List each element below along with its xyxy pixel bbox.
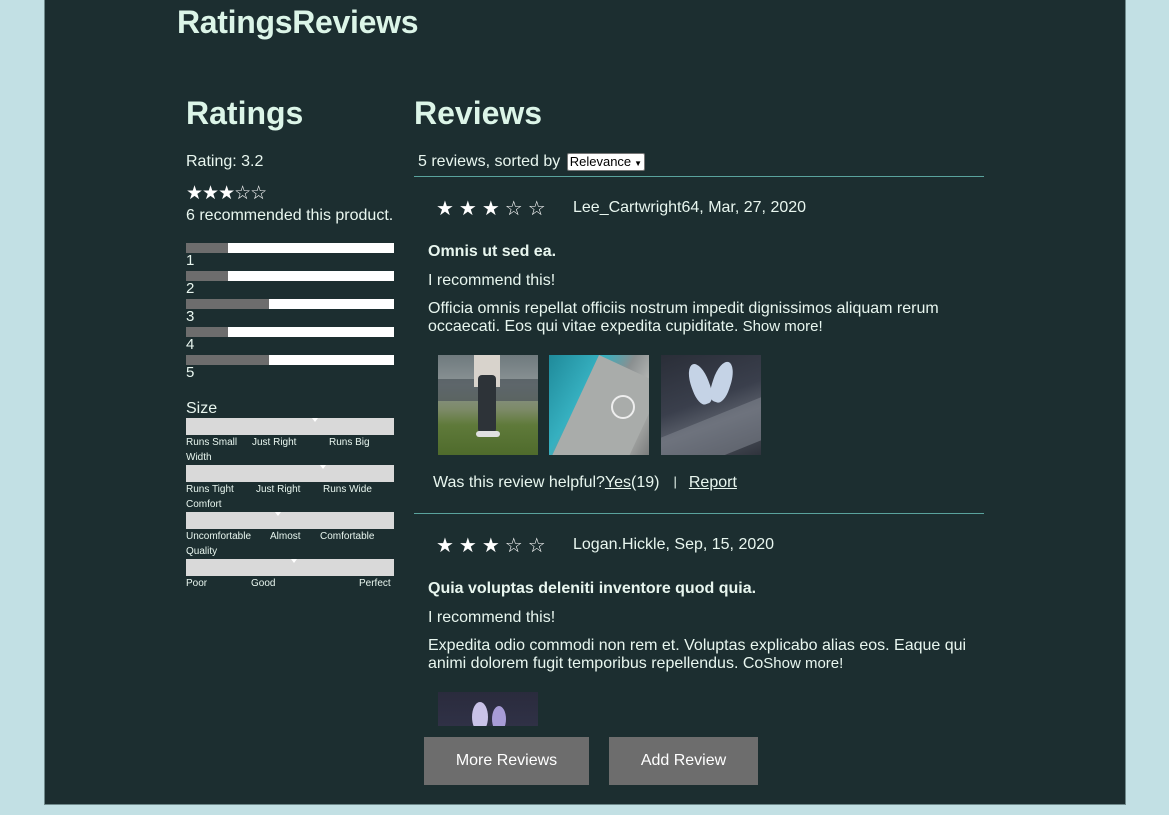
characteristic-bar — [186, 559, 394, 576]
helpful-count: (19) — [631, 474, 660, 491]
characteristic-label-high: Runs Wide — [323, 484, 372, 495]
reviews-list[interactable]: ★★★☆☆ Lee_Cartwright64, Mar, 27, 2020 Om… — [414, 176, 984, 726]
average-rating-stars-icon: ★★★☆☆ — [186, 183, 267, 204]
characteristic-marker-icon — [311, 418, 318, 422]
characteristic-bar — [186, 512, 394, 529]
breakdown-bar — [186, 271, 394, 281]
characteristic-label-high: Runs Big — [329, 437, 370, 448]
average-rating: Rating: 3.2 — [186, 153, 264, 170]
characteristic-label-mid: Just Right — [256, 484, 301, 495]
breakdown-bar — [186, 327, 394, 337]
breakdown-row-2[interactable]: 2 — [186, 271, 394, 299]
breakdown-row-4[interactable]: 4 — [186, 327, 394, 355]
review-count-text: 5 reviews, sorted by — [418, 153, 561, 171]
review-recommend: I recommend this! — [428, 272, 556, 289]
characteristic-label-low: Runs Small — [186, 437, 238, 448]
characteristic-label-mid: Good — [251, 578, 276, 589]
breakdown-label: 3 — [186, 308, 195, 325]
characteristic-size: Size Runs Small Just Right Runs Big — [186, 401, 394, 449]
review-stars-icon: ★★★☆☆ — [436, 535, 551, 557]
breakdown-label: 1 — [186, 252, 195, 269]
characteristic-label-high: Comfortable — [320, 531, 375, 542]
app-title: RatingsReviews — [177, 4, 419, 40]
product-characteristics: Size Runs Small Just Right Runs Big Widt… — [186, 401, 394, 590]
show-more-link[interactable]: Show more! — [738, 318, 823, 335]
review-tile: ★★★☆☆ Logan.Hickle, Sep, 15, 2020 Quia v… — [414, 513, 984, 726]
breakdown-row-5[interactable]: 5 — [186, 355, 394, 383]
recommended-count: 6 recommended this product. — [186, 207, 394, 224]
characteristic-label-low: Uncomfortable — [186, 531, 252, 542]
show-more-link[interactable]: Show more! — [763, 655, 843, 672]
review-body-text: Officia omnis repellat officiis nostrum … — [428, 300, 939, 335]
review-photo-thumbnail[interactable] — [438, 692, 538, 726]
rating-breakdown: 1 2 3 4 5 — [186, 243, 394, 383]
review-author-date: Lee_Cartwright64, Mar, 27, 2020 — [573, 199, 807, 216]
review-tile: ★★★☆☆ Lee_Cartwright64, Mar, 27, 2020 Om… — [414, 176, 984, 513]
breakdown-bar — [186, 299, 394, 309]
breakdown-label: 2 — [186, 280, 195, 297]
breakdown-bar — [186, 243, 394, 253]
characteristic-label-mid: Just Right — [252, 437, 297, 448]
characteristic-label-low: Runs Tight — [186, 484, 234, 495]
sort-bar: 5 reviews, sorted by Relevance ▼ — [418, 153, 646, 171]
breakdown-label: 5 — [186, 364, 195, 381]
breakdown-row-1[interactable]: 1 — [186, 243, 394, 271]
characteristic-marker-icon — [274, 512, 281, 516]
review-author-date: Logan.Hickle, Sep, 15, 2020 — [573, 536, 775, 553]
helpful-yes-link[interactable]: Yes — [605, 474, 631, 491]
add-review-button[interactable]: Add Review — [609, 737, 758, 785]
characteristic-width: Width Runs Tight Just Right Runs Wide — [186, 452, 394, 496]
breakdown-bar-fill — [186, 355, 270, 365]
characteristic-marker-icon — [320, 465, 327, 469]
report-link[interactable]: Report — [689, 474, 737, 491]
characteristic-name: Width — [186, 452, 212, 463]
characteristic-label-low: Poor — [186, 578, 208, 589]
characteristic-comfort: Comfort Uncomfortable Almost Comfortable — [186, 499, 394, 543]
ratings-heading: Ratings — [186, 95, 304, 131]
characteristic-name: Size — [186, 400, 218, 417]
ratings-section: Ratings Rating: 3.2 ★★★☆☆ 6 recommended … — [186, 95, 396, 589]
characteristic-label-high: Perfect — [359, 578, 391, 589]
characteristic-bar — [186, 465, 394, 482]
more-reviews-button[interactable]: More Reviews — [424, 737, 589, 785]
breakdown-label: 4 — [186, 336, 195, 353]
review-body-text: Expedita odio commodi non rem et. Volupt… — [428, 637, 967, 672]
review-summary: Omnis ut sed ea. — [428, 243, 557, 260]
review-body: Expedita odio commodi non rem et. Volupt… — [428, 637, 978, 673]
review-photos — [438, 692, 545, 726]
review-recommend: I recommend this! — [428, 609, 556, 626]
review-photo-thumbnail[interactable] — [438, 355, 538, 455]
review-photos — [438, 355, 768, 455]
review-summary: Quia voluptas deleniti inventore quod qu… — [428, 580, 757, 597]
reviews-heading: Reviews — [414, 95, 543, 131]
divider: | — [673, 474, 677, 489]
sort-select[interactable]: Relevance ▼ — [566, 153, 646, 171]
review-stars-icon: ★★★☆☆ — [436, 198, 551, 220]
characteristic-name: Comfort — [186, 499, 222, 510]
breakdown-bar-fill — [186, 299, 270, 309]
characteristic-bar — [186, 418, 394, 435]
chevron-down-icon: ▼ — [634, 159, 643, 168]
characteristic-marker-icon — [291, 559, 298, 563]
characteristic-quality: Quality Poor Good Perfect — [186, 546, 394, 590]
breakdown-bar — [186, 355, 394, 365]
review-photo-thumbnail[interactable] — [549, 355, 650, 455]
characteristic-name: Quality — [186, 546, 218, 557]
review-body: Officia omnis repellat officiis nostrum … — [428, 300, 978, 336]
review-photo-thumbnail[interactable] — [660, 355, 761, 455]
helpful-prompt: Was this review helpful? — [433, 474, 605, 491]
characteristic-label-mid: Almost — [270, 531, 301, 542]
review-helpful-bar: Was this review helpful?Yes(19) | Report — [433, 474, 737, 492]
sort-select-value: Relevance — [569, 154, 632, 169]
breakdown-row-3[interactable]: 3 — [186, 299, 394, 327]
